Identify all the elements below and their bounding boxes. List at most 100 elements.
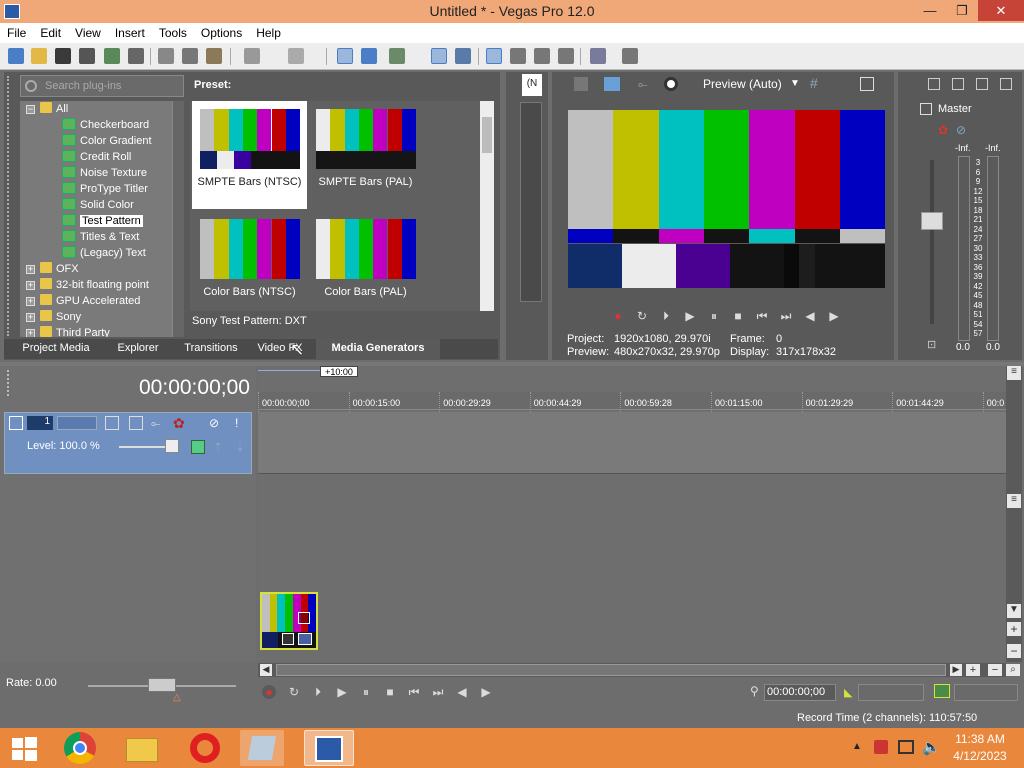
collapse-icon[interactable]: −	[26, 105, 35, 114]
fx-icon[interactable]: ⟜	[638, 77, 652, 91]
copy-snapshot-icon[interactable]	[860, 77, 874, 91]
stop-icon[interactable]: ■	[383, 685, 397, 699]
tree-item-color-gradient[interactable]: Color Gradient	[80, 135, 152, 147]
menu-help[interactable]: Help	[249, 23, 288, 40]
timeline-grip[interactable]	[7, 370, 13, 396]
parent-track-icon[interactable]	[191, 440, 205, 454]
tree-item-32bit[interactable]: 32-bit floating point	[56, 279, 149, 291]
properties-icon[interactable]	[128, 48, 144, 64]
trimmer-strip[interactable]	[520, 102, 542, 302]
autoripple-icon[interactable]	[361, 48, 377, 64]
stop-icon[interactable]: ■	[731, 309, 745, 323]
horizontal-thumb[interactable]	[276, 664, 946, 676]
windows-start-icon[interactable]	[4, 730, 44, 766]
scroll-right-icon[interactable]: ▶	[950, 664, 962, 676]
plugin-tree[interactable]: − All Checkerboard Color Gradient Credit …	[20, 101, 184, 337]
zoom-tool-icon[interactable]	[558, 48, 574, 64]
tab-media-generators[interactable]: Media Generators	[316, 339, 440, 359]
menu-tools[interactable]: Tools	[152, 23, 194, 40]
track-motion-icon[interactable]	[105, 416, 119, 430]
play-icon[interactable]: ▶	[335, 685, 349, 699]
downmix-icon[interactable]	[952, 78, 964, 90]
clip-fx-icon[interactable]	[282, 633, 294, 645]
tree-item-sony[interactable]: Sony	[56, 311, 81, 323]
file-explorer-icon[interactable]	[120, 730, 164, 766]
chrome-icon[interactable]	[58, 730, 102, 766]
preset-smpte-ntsc[interactable]: SMPTE Bars (NTSC)	[192, 101, 307, 209]
zoom-in-horizontal-icon[interactable]: +	[966, 664, 980, 676]
redo-icon[interactable]	[288, 48, 304, 64]
tree-item-noise-texture[interactable]: Noise Texture	[80, 167, 147, 179]
expand-icon[interactable]: +	[26, 329, 35, 337]
play-icon[interactable]: ▶	[683, 309, 697, 323]
preset-scrollbar[interactable]	[480, 101, 494, 311]
undo-icon[interactable]	[244, 48, 260, 64]
tree-item-solid-color[interactable]: Solid Color	[80, 199, 134, 211]
previous-frame-icon[interactable]: ◀	[455, 685, 469, 699]
opera-icon[interactable]	[182, 730, 226, 766]
crop-icon[interactable]	[298, 612, 310, 624]
go-to-end-icon[interactable]: ⏭	[431, 685, 445, 699]
crossfade-icon[interactable]	[431, 48, 447, 64]
preview-quality-dropdown[interactable]: Preview (Auto)	[703, 77, 782, 91]
tab-project-media[interactable]: Project Media	[10, 339, 102, 359]
action-center-icon[interactable]	[874, 740, 888, 754]
preset-color-bars-ntsc[interactable]: Color Bars (NTSC)	[192, 211, 307, 319]
rate-slider-knob[interactable]	[148, 678, 176, 692]
video-track-header[interactable]: 1 ⟜ ✿ ⊘ ! Level: 100.0 % ⇡ ⇣	[4, 412, 252, 474]
unknown-app-icon[interactable]	[240, 730, 284, 766]
preview-properties-icon[interactable]	[574, 77, 588, 91]
master-mute-icon[interactable]: ⊘	[956, 123, 966, 137]
chevron-down-icon[interactable]: ▼	[790, 78, 800, 89]
menu-view[interactable]: View	[68, 23, 108, 40]
render-icon[interactable]	[104, 48, 120, 64]
video-track-lane[interactable]	[258, 412, 1006, 474]
expand-icon[interactable]: +	[26, 313, 35, 322]
preset-smpte-pal[interactable]: SMPTE Bars (PAL)	[308, 101, 423, 209]
selection-start-field[interactable]	[858, 684, 924, 701]
go-to-end-icon[interactable]: ⏭	[779, 309, 793, 323]
overlays-icon[interactable]: #	[810, 75, 818, 91]
scroll-down-icon[interactable]: ▼	[1007, 604, 1021, 618]
expand-icon[interactable]: +	[26, 297, 35, 306]
new-icon[interactable]	[8, 48, 24, 64]
lock-fader-icon[interactable]	[1000, 78, 1012, 90]
vegas-pro-taskbar-icon[interactable]	[304, 730, 354, 766]
cut-icon[interactable]	[158, 48, 174, 64]
zoom-out-vertical-icon[interactable]: −	[1007, 644, 1021, 658]
loop-icon[interactable]: ↻	[287, 685, 301, 699]
selection-tool-icon[interactable]	[534, 48, 550, 64]
tree-item-credit-roll[interactable]: Credit Roll	[80, 151, 131, 163]
play-from-start-icon[interactable]: ⏵	[659, 309, 673, 323]
go-to-start-icon[interactable]: ⏮	[755, 309, 769, 323]
expand-icon[interactable]: +	[26, 265, 35, 274]
clock-date[interactable]: 4/12/2023	[952, 749, 1008, 763]
open-icon[interactable]	[31, 48, 47, 64]
previous-frame-icon[interactable]: ◀	[803, 309, 817, 323]
save-as-icon[interactable]	[79, 48, 95, 64]
menu-file[interactable]: File	[0, 23, 33, 40]
tree-scrollbar[interactable]	[172, 101, 184, 337]
menu-options[interactable]: Options	[194, 23, 249, 40]
tab-transitions[interactable]: Transitions	[174, 339, 248, 359]
clock-time[interactable]: 11:38 AM	[952, 732, 1008, 746]
network-icon[interactable]	[898, 740, 914, 754]
menu-insert[interactable]: Insert	[108, 23, 152, 40]
tree-item-test-pattern[interactable]: Test Pattern	[80, 215, 143, 227]
tree-item-protype-titler[interactable]: ProType Titler	[80, 183, 148, 195]
track-name-input[interactable]	[57, 416, 97, 430]
tree-item-checkerboard[interactable]: Checkerboard	[80, 119, 149, 131]
record-icon[interactable]: ●	[611, 309, 625, 323]
cursor-time-field[interactable]: 00:00:00;00	[764, 684, 836, 701]
record-icon[interactable]: ●	[262, 685, 276, 699]
go-to-start-icon[interactable]: ⏮	[407, 685, 421, 699]
track-fx-icon[interactable]: ✿	[173, 415, 185, 432]
whats-this-help-icon[interactable]	[622, 48, 638, 64]
tracks-menu-icon[interactable]: ≡	[1007, 366, 1021, 380]
lock-envelopes-icon[interactable]	[389, 48, 405, 64]
zoom-in-vertical-icon[interactable]: +	[1007, 622, 1021, 636]
tab-explorer[interactable]: Explorer	[106, 339, 170, 359]
split-screen-icon[interactable]	[664, 77, 678, 91]
next-frame-icon[interactable]: ▶	[479, 685, 493, 699]
track-minimize-icon[interactable]	[9, 416, 23, 430]
